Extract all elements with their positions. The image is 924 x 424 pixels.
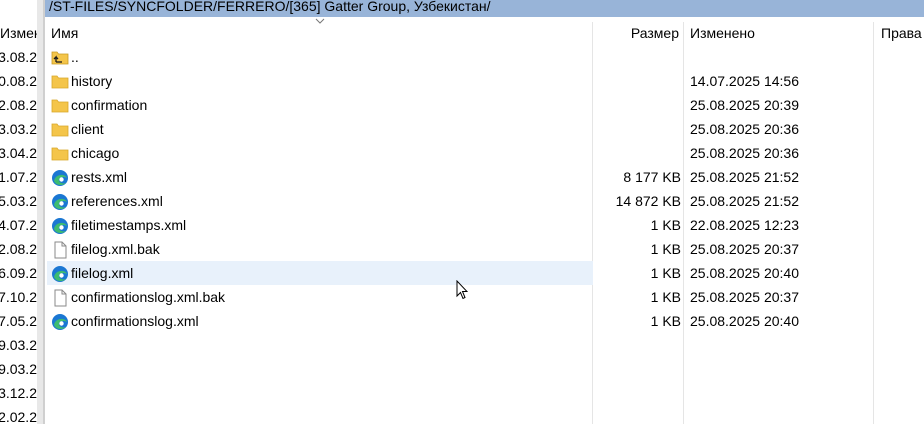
file-row[interactable]: references.xml 14 872 KB 25.08.2025 21:52 [47, 189, 799, 213]
left-panel-row-date[interactable]: 2.08.2 [0, 93, 37, 117]
file-icon [51, 289, 69, 307]
file-modified: 25.08.2025 20:37 [690, 289, 799, 305]
file-row[interactable]: chicago 25.08.2025 20:36 [47, 141, 799, 165]
file-name: filetimestamps.xml [71, 217, 187, 233]
folder-icon [51, 73, 69, 89]
file-name: .. [71, 49, 79, 65]
file-size: 14 872 KB [615, 193, 681, 209]
file-modified: 25.08.2025 21:52 [690, 169, 799, 185]
left-panel-row-date[interactable]: 6.09.2 [0, 261, 37, 285]
current-path-bar[interactable]: /ST-FILES/SYNCFOLDER/FERRERO/[365] Gatte… [45, 0, 924, 17]
file-modified: 14.07.2025 14:56 [690, 73, 799, 89]
file-size [595, 141, 681, 165]
right-file-panel[interactable]: /ST-FILES/SYNCFOLDER/FERRERO/[365] Gatte… [44, 0, 924, 424]
edge-icon [51, 265, 69, 282]
file-row[interactable]: confirmationslog.xml.bak 1 KB 25.08.2025 2… [47, 285, 799, 309]
column-header-rights[interactable]: Права [881, 22, 924, 44]
file-name: references.xml [71, 193, 163, 209]
file-modified: 22.08.2025 12:23 [690, 217, 799, 233]
left-column-header-modified[interactable]: Измене [0, 22, 37, 44]
file-modified: 25.08.2025 20:40 [690, 313, 799, 329]
file-modified: 25.08.2025 20:40 [690, 265, 799, 281]
left-panel-row-date[interactable]: 3.03.2 [0, 117, 37, 141]
file-name: filelog.xml [71, 265, 134, 281]
left-file-panel[interactable]: Измене 3.08.20.08.22.08.23.03.23.04.21.0… [0, 0, 38, 424]
file-name: filelog.xml.bak [71, 241, 160, 257]
file-size [595, 93, 681, 117]
file-size: 1 KB [650, 241, 681, 257]
folder-icon [51, 97, 69, 113]
left-panel-row-date[interactable]: 7.10.2 [0, 285, 37, 309]
file-size [595, 117, 681, 141]
file-name: confirmation [71, 97, 148, 113]
file-size: 1 KB [650, 265, 681, 281]
file-size: 1 KB [650, 313, 681, 329]
file-name: confirmationslog.xml.bak [71, 289, 226, 305]
edge-icon [51, 193, 69, 210]
left-panel-row-date[interactable]: 1.07.2 [0, 165, 37, 189]
file-name: client [71, 121, 104, 137]
file-modified: 25.08.2025 20:36 [690, 145, 799, 161]
file-row[interactable]: confirmationslog.xml 1 KB 25.08.2025 20:40 [47, 309, 799, 333]
file-modified: 25.08.2025 21:52 [690, 193, 799, 209]
file-icon [51, 241, 69, 259]
folder-icon [51, 121, 69, 137]
file-modified: 25.08.2025 20:37 [690, 241, 799, 257]
file-row[interactable]: .. [47, 45, 593, 69]
file-row[interactable]: client 25.08.2025 20:36 [47, 117, 799, 141]
file-row[interactable]: rests.xml 8 177 KB 25.08.2025 21:52 [47, 165, 799, 189]
left-panel-row-date[interactable]: 7.05.2 [0, 309, 37, 333]
left-panel-row-date[interactable]: 3.08.2 [0, 45, 37, 69]
parent-dir-icon [51, 49, 69, 65]
edge-icon [51, 217, 69, 234]
file-size [595, 69, 681, 93]
file-modified [690, 45, 870, 69]
file-row[interactable]: filelog.xml 1 KB 25.08.2025 20:40 [47, 261, 799, 285]
left-panel-row-date[interactable]: 4.07.2 [0, 213, 37, 237]
left-panel-row-date[interactable]: 0.08.2 [0, 69, 37, 93]
file-modified: 25.08.2025 20:36 [690, 121, 799, 137]
file-size [595, 45, 681, 69]
file-modified: 25.08.2025 20:39 [690, 97, 799, 113]
mouse-cursor-icon [456, 280, 468, 300]
column-header-name[interactable]: Имя [51, 22, 591, 44]
left-panel-row-date[interactable]: 9.03.2 [0, 357, 37, 381]
file-name: history [71, 73, 113, 89]
file-row[interactable]: filetimestamps.xml 1 KB 22.08.2025 12:23 [47, 213, 799, 237]
file-size: 8 177 KB [623, 169, 681, 185]
file-row[interactable]: filelog.xml.bak 1 KB 25.08.2025 20:37 [47, 237, 799, 261]
left-panel-row-date[interactable]: 3.12.2 [0, 381, 37, 405]
column-divider [873, 22, 874, 424]
left-panel-row-date[interactable]: 2.08.2 [0, 237, 37, 261]
file-size: 1 KB [650, 289, 681, 305]
file-size: 1 KB [650, 217, 681, 233]
left-panel-row-date[interactable]: 2.02.2 [0, 405, 37, 424]
column-header-modified[interactable]: Изменено [690, 22, 870, 44]
left-panel-row-date[interactable]: 3.04.2 [0, 141, 37, 165]
file-name: rests.xml [71, 169, 127, 185]
left-panel-row-date[interactable]: 5.03.2 [0, 189, 37, 213]
column-header-size[interactable]: Размер [593, 22, 679, 44]
folder-icon [51, 145, 69, 161]
file-row[interactable]: confirmation 25.08.2025 20:39 [47, 93, 799, 117]
left-panel-row-date[interactable]: 9.03.2 [0, 333, 37, 357]
edge-icon [51, 169, 69, 186]
left-panel-scrollbar[interactable] [37, 0, 44, 424]
column-divider [683, 22, 684, 424]
file-row[interactable]: history 14.07.2025 14:56 [47, 69, 799, 93]
file-name: confirmationslog.xml [71, 313, 199, 329]
file-name: chicago [71, 145, 120, 161]
edge-icon [51, 313, 69, 330]
